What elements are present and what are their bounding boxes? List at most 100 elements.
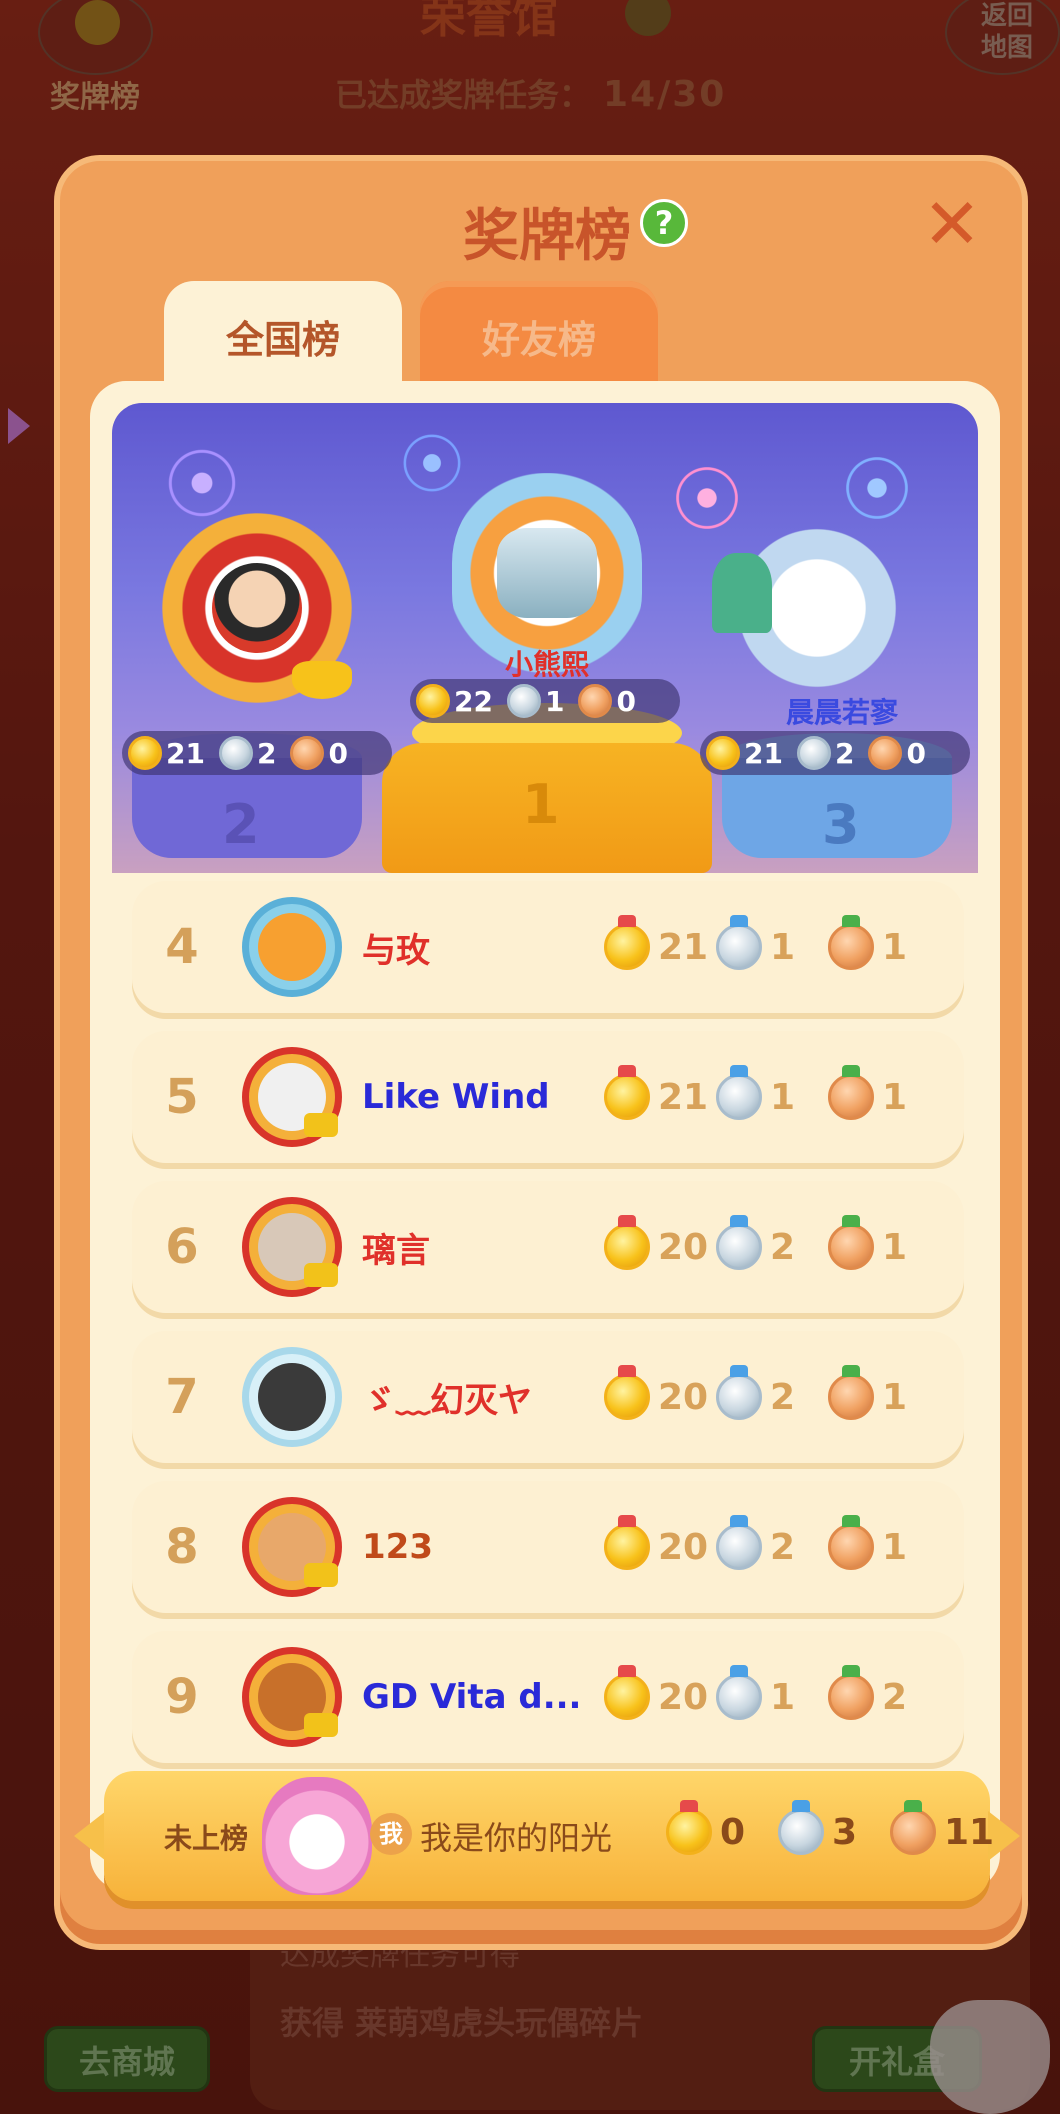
avatar xyxy=(242,1497,342,1597)
table-row[interactable]: 7 ゞ﹏幻灭ヤ 20 2 1 xyxy=(132,1331,964,1463)
bronze-medal-icon xyxy=(890,1800,936,1855)
gold-medal-icon xyxy=(706,736,740,770)
silver-medal-icon xyxy=(796,736,831,770)
player-name: 123 xyxy=(362,1527,433,1567)
table-row[interactable]: 5 Like Wind 21 1 1 xyxy=(132,1031,964,1163)
bronze-count: 1 xyxy=(882,1226,908,1268)
my-name: 我是你的阳光 xyxy=(420,1819,613,1857)
medal-leaderboard-modal: 奖牌榜 ? ✕ 全国榜 好友榜 2 3 1 21 2 0 小熊熙 22 1 0 … xyxy=(54,155,1028,1950)
player-name: Like Wind xyxy=(362,1077,550,1117)
bronze-count: 0 xyxy=(906,736,926,770)
bronze-count: 1 xyxy=(882,926,908,968)
podium-stage-1: 1 xyxy=(382,703,712,873)
close-icon[interactable]: ✕ xyxy=(922,189,982,259)
silver-medal-icon xyxy=(716,1215,762,1270)
table-row[interactable]: 8 123 20 2 1 xyxy=(132,1481,964,1613)
podium-name-1: 小熊熙 xyxy=(504,648,589,681)
my-rank-bar: 未上榜 我 我是你的阳光 0 3 11 xyxy=(74,1771,1020,1901)
bronze-medal-icon xyxy=(828,915,874,970)
gold-count: 20 xyxy=(658,1376,709,1418)
bronze-count: 0 xyxy=(328,736,348,770)
podium-rank-1: 1 xyxy=(522,773,560,836)
silver-count: 2 xyxy=(256,736,277,770)
gold-medal-icon xyxy=(604,1065,650,1120)
gold-count: 20 xyxy=(658,1676,709,1718)
silver-medal-icon xyxy=(506,684,541,718)
table-row[interactable]: 6 璃言 20 2 1 xyxy=(132,1181,964,1313)
silver-count: 1 xyxy=(770,1676,796,1718)
tree-decoration-icon xyxy=(712,553,772,633)
gold-medal-icon xyxy=(604,1665,650,1720)
bronze-count: 1 xyxy=(882,1526,908,1568)
silver-medal-icon xyxy=(716,1515,762,1570)
gold-medal-icon xyxy=(666,1800,712,1855)
my-rank-status: 未上榜 xyxy=(164,1822,249,1855)
silver-count: 2 xyxy=(770,1226,796,1268)
silver-count: 1 xyxy=(544,684,565,718)
gold-medal-icon xyxy=(604,1215,650,1270)
avatar-1 xyxy=(497,528,597,618)
podium-medals-1: 22 1 0 xyxy=(410,679,680,723)
gold-medal-icon xyxy=(604,915,650,970)
modal-title: 奖牌榜 xyxy=(463,204,631,269)
rank-number: 6 xyxy=(165,1219,199,1275)
rank-number: 8 xyxy=(165,1519,199,1575)
silver-medal-icon xyxy=(716,1665,762,1720)
bronze-count: 0 xyxy=(616,684,636,718)
my-avatar[interactable] xyxy=(262,1777,372,1895)
avatar xyxy=(242,1647,342,1747)
avatar xyxy=(242,1197,342,1297)
bronze-medal-icon xyxy=(868,736,903,770)
gold-count: 21 xyxy=(166,736,205,770)
gold-count: 22 xyxy=(454,684,493,718)
silver-count: 1 xyxy=(770,1076,796,1118)
bronze-count: 11 xyxy=(944,1811,995,1853)
gold-count: 21 xyxy=(658,926,709,968)
bronze-count: 1 xyxy=(882,1376,908,1418)
gold-count: 21 xyxy=(658,1076,709,1118)
medal-counts: 20 2 1 xyxy=(604,1515,940,1570)
silver-count: 2 xyxy=(834,736,855,770)
avatar xyxy=(242,1047,342,1147)
gold-medal-icon xyxy=(416,684,450,718)
medal-counts: 20 2 1 xyxy=(604,1365,940,1420)
silver-medal-icon xyxy=(716,1365,762,1420)
rank-number: 7 xyxy=(165,1369,199,1425)
podium-rank-3: 3 xyxy=(822,793,860,856)
table-row[interactable]: 4 与玫 21 1 1 xyxy=(132,881,964,1013)
podium-medals-2: 21 2 0 xyxy=(122,731,392,775)
me-badge: 我 xyxy=(370,1813,412,1855)
player-name: ゞ﹏幻灭ヤ xyxy=(362,1380,532,1421)
medal-counts: 21 1 1 xyxy=(604,915,940,970)
leaderboard-panel: 2 3 1 21 2 0 小熊熙 22 1 0 晨晨若寥 21 2 0 4 与玫… xyxy=(90,381,1000,1891)
tab-friends[interactable]: 好友榜 xyxy=(420,281,658,391)
avatar xyxy=(242,1347,342,1447)
rank-number: 9 xyxy=(165,1669,199,1725)
medal-counts: 20 2 1 xyxy=(604,1215,940,1270)
avatar-2 xyxy=(212,563,302,653)
table-row[interactable]: 9 GD Vita d... 20 1 2 xyxy=(132,1631,964,1763)
podium-rank-2: 2 xyxy=(222,793,260,856)
gold-count: 21 xyxy=(744,736,783,770)
bronze-count: 2 xyxy=(882,1676,908,1718)
rank-number: 4 xyxy=(165,919,199,975)
gold-count: 20 xyxy=(658,1526,709,1568)
rank-number: 5 xyxy=(165,1069,199,1125)
gold-count: 0 xyxy=(720,1811,746,1853)
player-name: GD Vita d... xyxy=(362,1677,582,1717)
tab-national[interactable]: 全国榜 xyxy=(164,281,402,391)
silver-count: 2 xyxy=(770,1526,796,1568)
podium-medals-3: 21 2 0 xyxy=(700,731,970,775)
gold-medal-icon xyxy=(128,736,162,770)
podium-scene: 2 3 1 21 2 0 小熊熙 22 1 0 晨晨若寥 21 2 0 xyxy=(112,403,978,873)
bronze-medal-icon xyxy=(828,1515,874,1570)
my-medal-counts: 0 3 11 xyxy=(666,1800,1002,1855)
help-icon[interactable]: ? xyxy=(640,199,688,247)
bronze-medal-icon xyxy=(828,1365,874,1420)
player-name: 璃言 xyxy=(362,1230,430,1271)
firework-icon xyxy=(642,433,772,563)
silver-medal-icon xyxy=(778,1800,824,1855)
gold-count: 20 xyxy=(658,1226,709,1268)
gold-medal-icon xyxy=(604,1365,650,1420)
bronze-medal-icon xyxy=(578,684,613,718)
